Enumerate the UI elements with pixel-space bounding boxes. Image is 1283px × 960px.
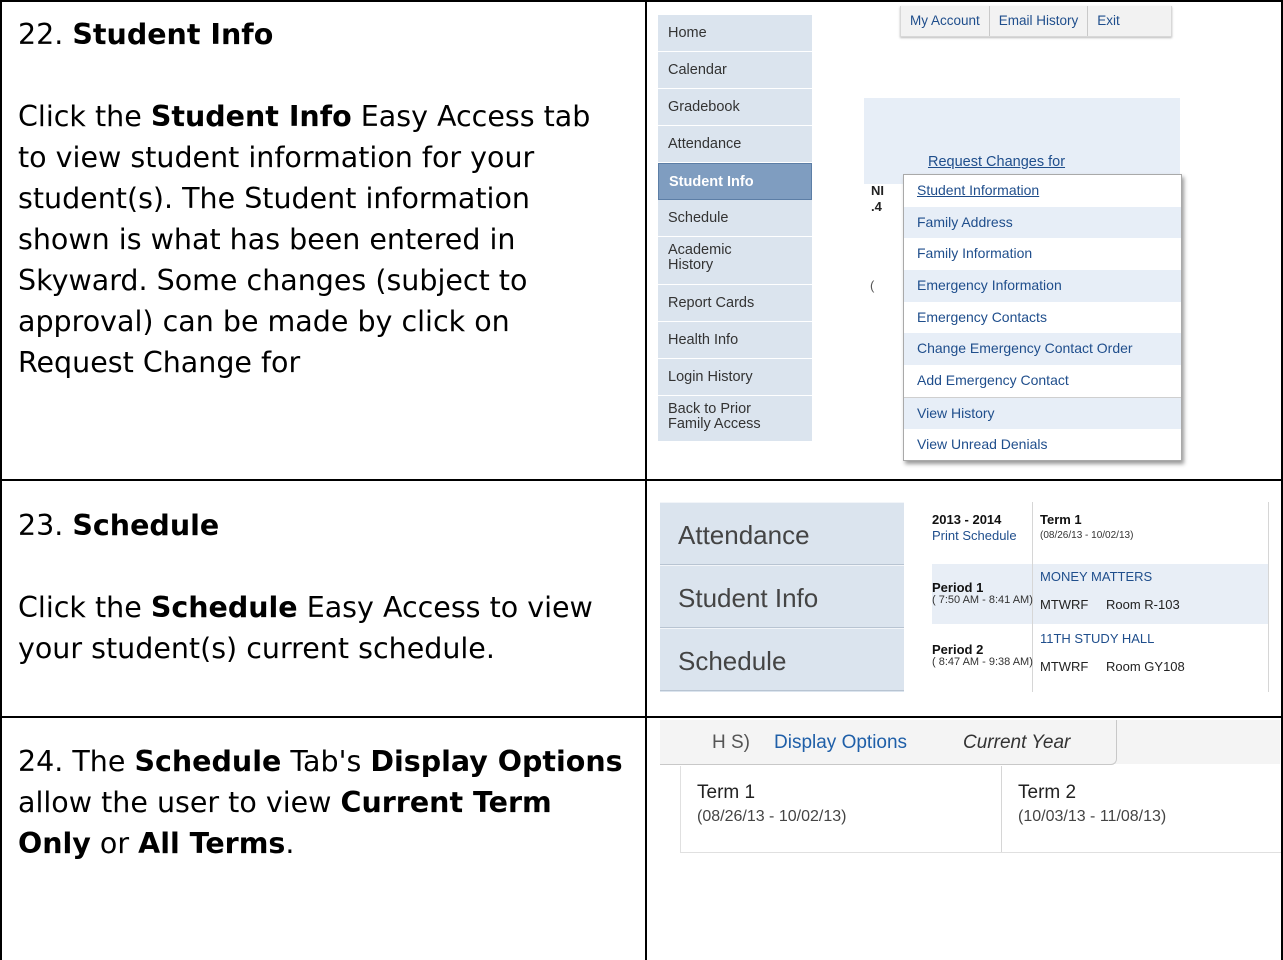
menu-item-student-information[interactable]: Student Information bbox=[904, 175, 1181, 207]
menu-item-emergency-information[interactable]: Emergency Information bbox=[904, 270, 1181, 302]
header-band bbox=[864, 98, 1180, 184]
sidebar-item-schedule[interactable]: Schedule bbox=[658, 200, 812, 237]
step-title: Schedule bbox=[72, 509, 220, 542]
step-text: Tab's bbox=[281, 745, 371, 778]
row-divider bbox=[0, 716, 1283, 718]
sidebar-item-label: Back to Prior bbox=[668, 401, 751, 417]
sidebar-item-attendance[interactable]: Attendance bbox=[660, 502, 904, 565]
sidebar-item-gradebook[interactable]: Gradebook bbox=[658, 89, 812, 126]
term-title: Term 1 bbox=[697, 782, 756, 803]
step-text: Easy Access tab to view student informat… bbox=[18, 100, 591, 379]
my-account-link[interactable]: My Account bbox=[901, 6, 990, 36]
course-room: Room GY108 bbox=[1106, 659, 1185, 674]
period-row: Period 1 ( 7:50 AM - 8:41 AM) MONEY MATT… bbox=[932, 564, 1269, 624]
display-options-link[interactable]: Display Options bbox=[774, 732, 907, 754]
course-room: Room R-103 bbox=[1106, 597, 1180, 612]
sidebar-nav: Home Calendar Gradebook Attendance Stude… bbox=[658, 15, 812, 442]
course-days: MTWRF bbox=[1040, 659, 1089, 674]
step-text: or bbox=[90, 827, 139, 860]
table-border-top bbox=[0, 0, 1283, 2]
period-name: Period 2 bbox=[932, 642, 984, 657]
step-text: allow the user to view bbox=[18, 786, 341, 819]
step-text: The bbox=[72, 745, 135, 778]
step-text-bold: Schedule bbox=[150, 591, 298, 624]
step-text: Click the bbox=[18, 591, 151, 624]
step-text-bold: Schedule bbox=[134, 745, 282, 778]
term-range: (08/26/13 - 10/02/13) bbox=[1040, 530, 1134, 541]
sidebar-item-student-info[interactable]: Student Info bbox=[660, 565, 904, 628]
period-row: Period 2 ( 8:47 AM - 9:38 AM) 11TH STUDY… bbox=[932, 626, 1269, 686]
request-changes-link[interactable]: Request Changes for bbox=[928, 154, 1065, 170]
exit-link[interactable]: Exit bbox=[1088, 6, 1129, 36]
print-schedule-link[interactable]: Print Schedule bbox=[932, 528, 1017, 543]
sidebar-item-back-to-prior[interactable]: Back to Prior Family Access bbox=[658, 396, 812, 442]
step-text: . bbox=[285, 827, 295, 860]
term-title: Term 2 bbox=[1018, 782, 1077, 803]
term-column: Term 1 (08/26/13 - 10/02/13) bbox=[681, 766, 1001, 852]
step-number: 23. bbox=[18, 509, 64, 542]
step-23-text: 23. Schedule Click the Schedule Easy Acc… bbox=[18, 505, 628, 669]
step-text: Click the bbox=[18, 100, 151, 133]
account-bar: My Account Email History Exit bbox=[900, 6, 1172, 37]
sidebar-item-attendance[interactable]: Attendance bbox=[658, 126, 812, 163]
table-border-left bbox=[0, 0, 2, 960]
step-text-bold: Display Options bbox=[370, 745, 623, 778]
display-options-screenshot: H S) Display Options Current Year Term 1… bbox=[660, 720, 1281, 860]
menu-item-family-information[interactable]: Family Information bbox=[904, 238, 1181, 270]
schedule-screenshot: Attendance Student Info Schedule 2013 - … bbox=[660, 502, 1280, 694]
menu-item-family-address[interactable]: Family Address bbox=[904, 206, 1181, 239]
sidebar-item-label: Family Access bbox=[668, 416, 761, 432]
step-24-text: 24. The Schedule Tab's Display Options a… bbox=[18, 741, 628, 864]
period-name: Period 1 bbox=[932, 580, 984, 595]
term-range: (10/03/13 - 11/08/13) bbox=[1018, 808, 1167, 825]
step-text-bold: Student Info bbox=[150, 100, 352, 133]
sidebar-item-label: History bbox=[668, 257, 714, 273]
sidebar-item-report-cards[interactable]: Report Cards bbox=[658, 285, 812, 322]
student-info-screenshot: Home Calendar Gradebook Attendance Stude… bbox=[658, 6, 1278, 466]
obscured-text: .4 bbox=[871, 199, 882, 214]
request-changes-dropdown: Student Information Family Address Famil… bbox=[903, 174, 1182, 462]
course-link[interactable]: 11TH STUDY HALL bbox=[1040, 631, 1154, 646]
sidebar-item-schedule[interactable]: Schedule bbox=[660, 628, 904, 691]
menu-item-add-emergency-contact[interactable]: Add Emergency Contact bbox=[904, 365, 1181, 397]
sidebar-item-academic-history[interactable]: Academic History bbox=[658, 237, 812, 285]
menu-item-emergency-contacts[interactable]: Emergency Contacts bbox=[904, 302, 1181, 334]
current-year-label: Current Year bbox=[963, 732, 1071, 753]
row-divider bbox=[0, 479, 1283, 481]
course-days: MTWRF bbox=[1040, 597, 1089, 612]
obscured-text: ( bbox=[870, 278, 875, 293]
sidebar-item-student-info[interactable]: Student Info bbox=[658, 163, 812, 200]
column-divider bbox=[645, 0, 647, 960]
terms-header: Term 1 (08/26/13 - 10/02/13) Term 2 (10/… bbox=[680, 766, 1281, 853]
sidebar-item-calendar[interactable]: Calendar bbox=[658, 52, 812, 89]
term-range: (08/26/13 - 10/02/13) bbox=[697, 808, 847, 825]
step-number: 24. bbox=[18, 745, 64, 778]
display-options-tab: H S) Display Options Current Year bbox=[660, 720, 1117, 765]
course-link[interactable]: MONEY MATTERS bbox=[1040, 569, 1152, 584]
menu-item-change-emergency-contact-order[interactable]: Change Emergency Contact Order bbox=[904, 333, 1181, 366]
sidebar-item-health-info[interactable]: Health Info bbox=[658, 322, 812, 359]
step-number: 22. bbox=[18, 18, 64, 51]
step-22-text: 22. Student Info Click the Student Info … bbox=[18, 14, 628, 383]
term-column: Term 2 (10/03/13 - 11/08/13) bbox=[1001, 766, 1282, 852]
email-history-link[interactable]: Email History bbox=[990, 6, 1089, 36]
instruction-table: 22. Student Info Click the Student Info … bbox=[0, 0, 1283, 960]
step-text-bold: All Terms bbox=[138, 827, 286, 860]
school-year: 2013 - 2014 bbox=[932, 512, 1002, 527]
sidebar-item-label: Academic bbox=[668, 242, 732, 258]
step-title: Student Info bbox=[72, 18, 274, 51]
period-time: ( 8:47 AM - 9:38 AM) bbox=[932, 656, 1033, 668]
menu-item-view-unread-denials[interactable]: View Unread Denials bbox=[904, 429, 1181, 461]
obscured-text: NI bbox=[871, 183, 884, 198]
school-label: H S) bbox=[712, 732, 750, 753]
menu-item-view-history[interactable]: View History bbox=[904, 396, 1181, 429]
sidebar-item-home[interactable]: Home bbox=[658, 15, 812, 52]
term-label: Term 1 bbox=[1040, 512, 1082, 527]
sidebar-nav: Attendance Student Info Schedule bbox=[660, 502, 904, 692]
period-time: ( 7:50 AM - 8:41 AM) bbox=[932, 594, 1033, 606]
sidebar-item-login-history[interactable]: Login History bbox=[658, 359, 812, 396]
